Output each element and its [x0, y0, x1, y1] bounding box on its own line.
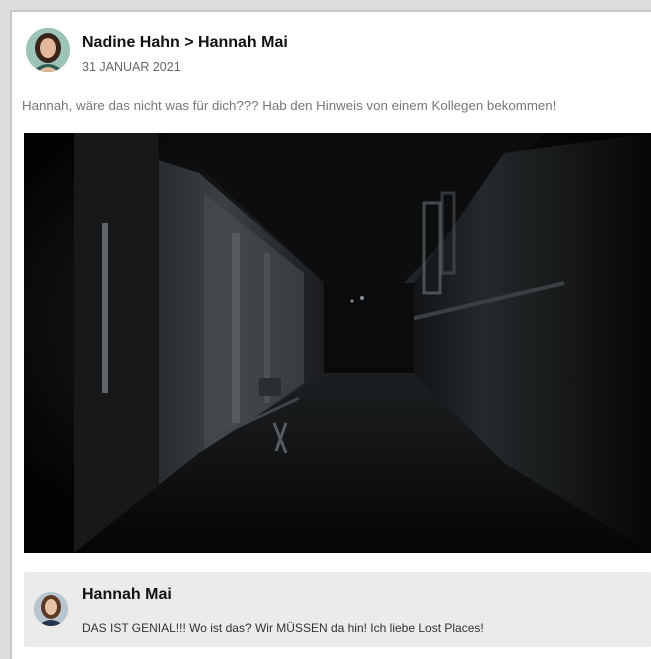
comment-box: Hannah Mai DAS IST GENIAL!!! Wo ist das?…: [24, 572, 651, 647]
post-author-line[interactable]: Nadine Hahn > Hannah Mai: [82, 34, 288, 52]
post-card: Nadine Hahn > Hannah Mai 31 JANUAR 2021 …: [10, 10, 651, 659]
corridor-photo: [24, 133, 651, 553]
post-image[interactable]: [24, 133, 651, 553]
avatar-photo-icon: [34, 592, 68, 626]
comment-avatar[interactable]: [34, 592, 68, 626]
comment-author[interactable]: Hannah Mai: [82, 586, 172, 604]
comment-text: DAS IST GENIAL!!! Wo ist das? Wir MÜSSEN…: [82, 621, 484, 635]
post-date: 31 JANUAR 2021: [82, 60, 181, 74]
avatar-photo-icon: [26, 28, 70, 72]
post-text: Hannah, wäre das nicht was für dich??? H…: [22, 98, 557, 113]
author-avatar[interactable]: [26, 28, 70, 72]
